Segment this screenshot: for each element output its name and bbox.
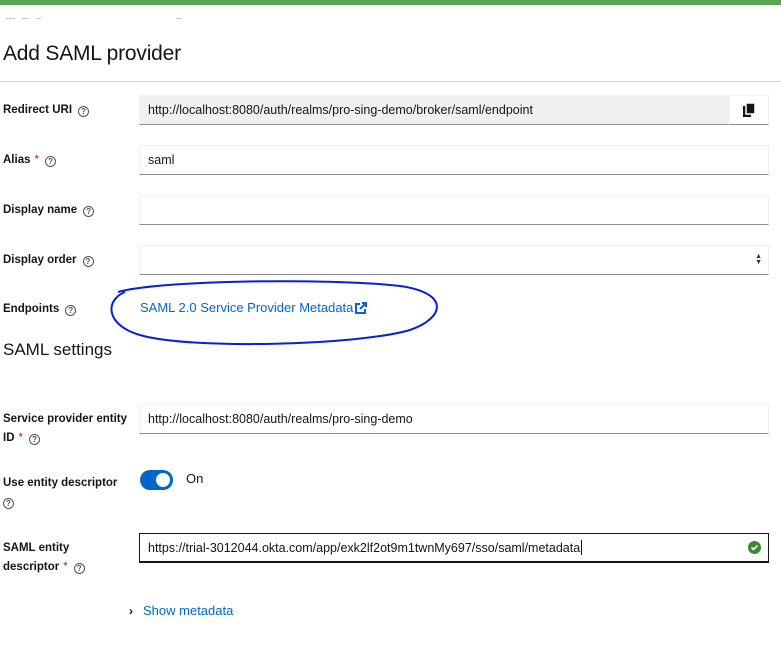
top-accent-bar <box>0 0 781 5</box>
header-divider <box>0 81 781 82</box>
sp-metadata-link[interactable]: SAML 2.0 Service Provider Metadata <box>140 300 368 315</box>
saml-entity-descriptor-label: SAML entity descriptor *? <box>3 539 85 577</box>
saml-entity-descriptor-input[interactable]: https://trial-3012044.okta.com/app/exk2l… <box>139 533 769 563</box>
help-icon[interactable]: ? <box>83 206 95 217</box>
display-name-label: Display name? <box>3 201 95 220</box>
number-spinner-icon[interactable]: ▲ ▼ <box>755 253 762 266</box>
redirect-uri-label: Redirect URI? <box>3 101 90 120</box>
alias-label: Alias *? <box>3 151 56 170</box>
help-icon[interactable]: ? <box>3 498 14 509</box>
saml-settings-heading: SAML settings <box>3 340 112 359</box>
breadcrumb <box>6 14 186 22</box>
help-icon[interactable]: ? <box>78 106 90 117</box>
display-order-label: Display order? <box>3 251 94 270</box>
external-link-icon <box>355 302 368 314</box>
text-cursor <box>581 540 583 555</box>
use-entity-descriptor-switch[interactable] <box>140 470 173 490</box>
help-icon[interactable]: ? <box>73 563 85 574</box>
show-metadata-toggle[interactable]: › Show metadata <box>129 603 233 618</box>
required-mark: * <box>18 432 23 444</box>
use-entity-descriptor-label: Use entity descriptor ? <box>3 477 118 509</box>
alias-input[interactable]: saml <box>139 145 769 175</box>
sp-entity-id-label: Service provider entity ID *? <box>3 413 127 445</box>
copy-icon <box>743 103 755 117</box>
copy-button[interactable] <box>729 95 769 125</box>
help-icon[interactable]: ? <box>82 256 94 267</box>
required-mark: * <box>34 154 39 166</box>
redirect-uri-field[interactable]: http://localhost:8080/auth/realms/pro-si… <box>139 95 729 125</box>
chevron-right-icon: › <box>129 604 133 618</box>
endpoints-label: Endpoints? <box>3 300 77 319</box>
help-icon[interactable]: ? <box>44 156 56 167</box>
required-mark: * <box>63 561 68 573</box>
sp-entity-id-input[interactable]: http://localhost:8080/auth/realms/pro-si… <box>139 404 769 434</box>
switch-knob <box>156 473 170 487</box>
help-icon[interactable]: ? <box>65 305 77 316</box>
switch-state-label: On <box>186 471 204 486</box>
success-check-icon <box>748 541 761 554</box>
page-title: Add SAML provider <box>3 42 181 65</box>
help-icon[interactable]: ? <box>28 434 40 445</box>
display-name-input[interactable] <box>139 195 769 225</box>
display-order-input[interactable]: ▲ ▼ <box>139 245 769 275</box>
